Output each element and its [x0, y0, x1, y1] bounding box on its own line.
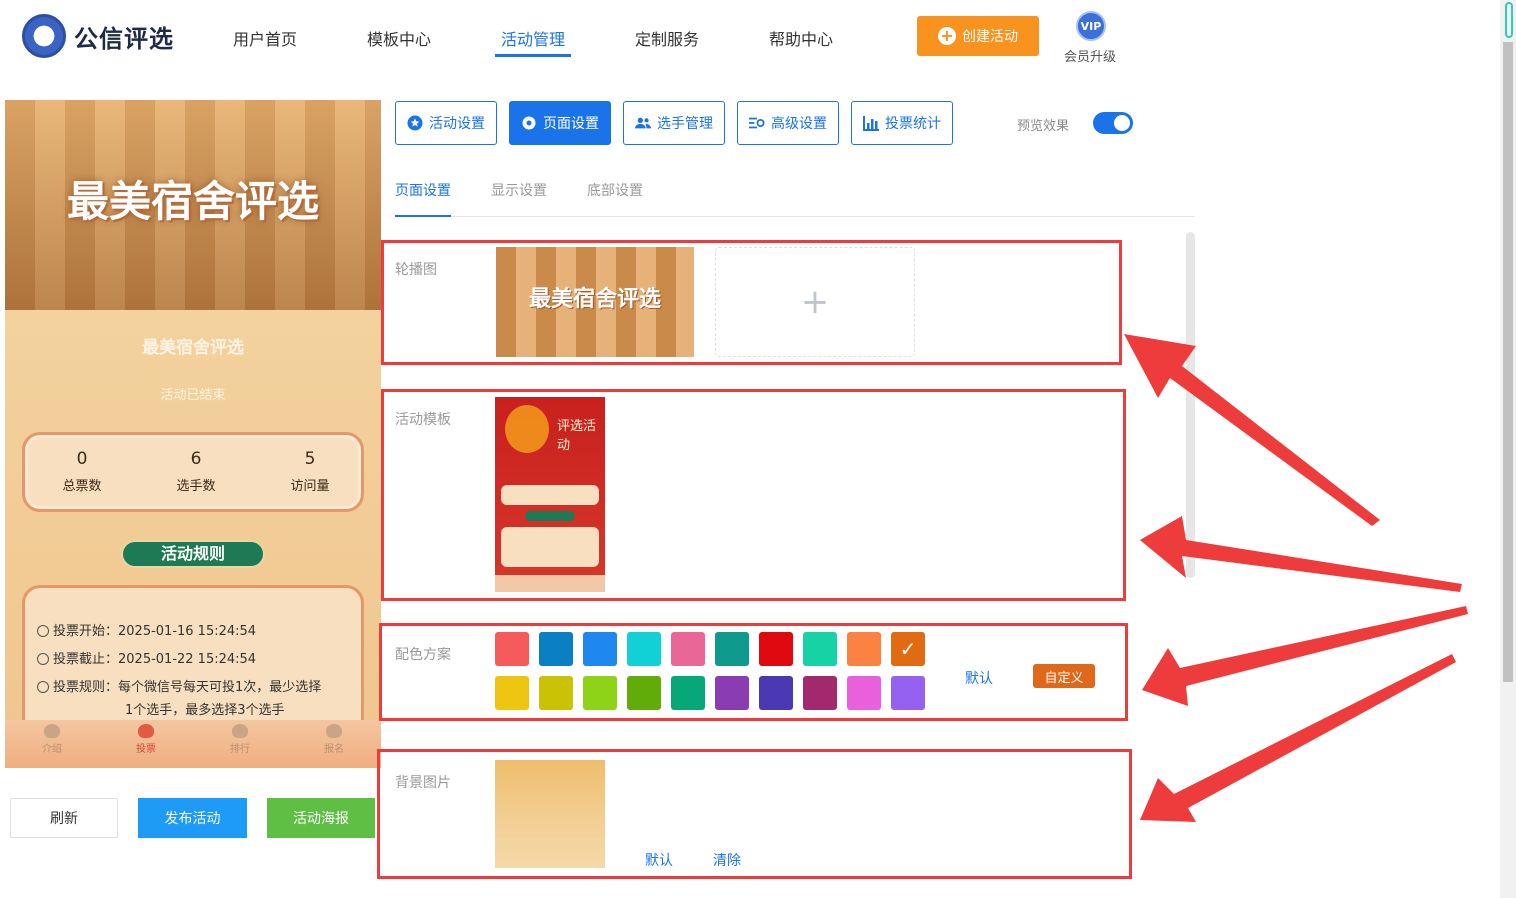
arrow-to-carousel: [1124, 334, 1380, 526]
page-scrollbar-thumb[interactable]: [1503, 42, 1513, 682]
annotation-arrows: [1124, 334, 1468, 822]
arrow-to-template: [1140, 516, 1462, 592]
arrow-to-colors: [1142, 606, 1468, 706]
page-scrollbar-top-marker: [1505, 2, 1513, 38]
